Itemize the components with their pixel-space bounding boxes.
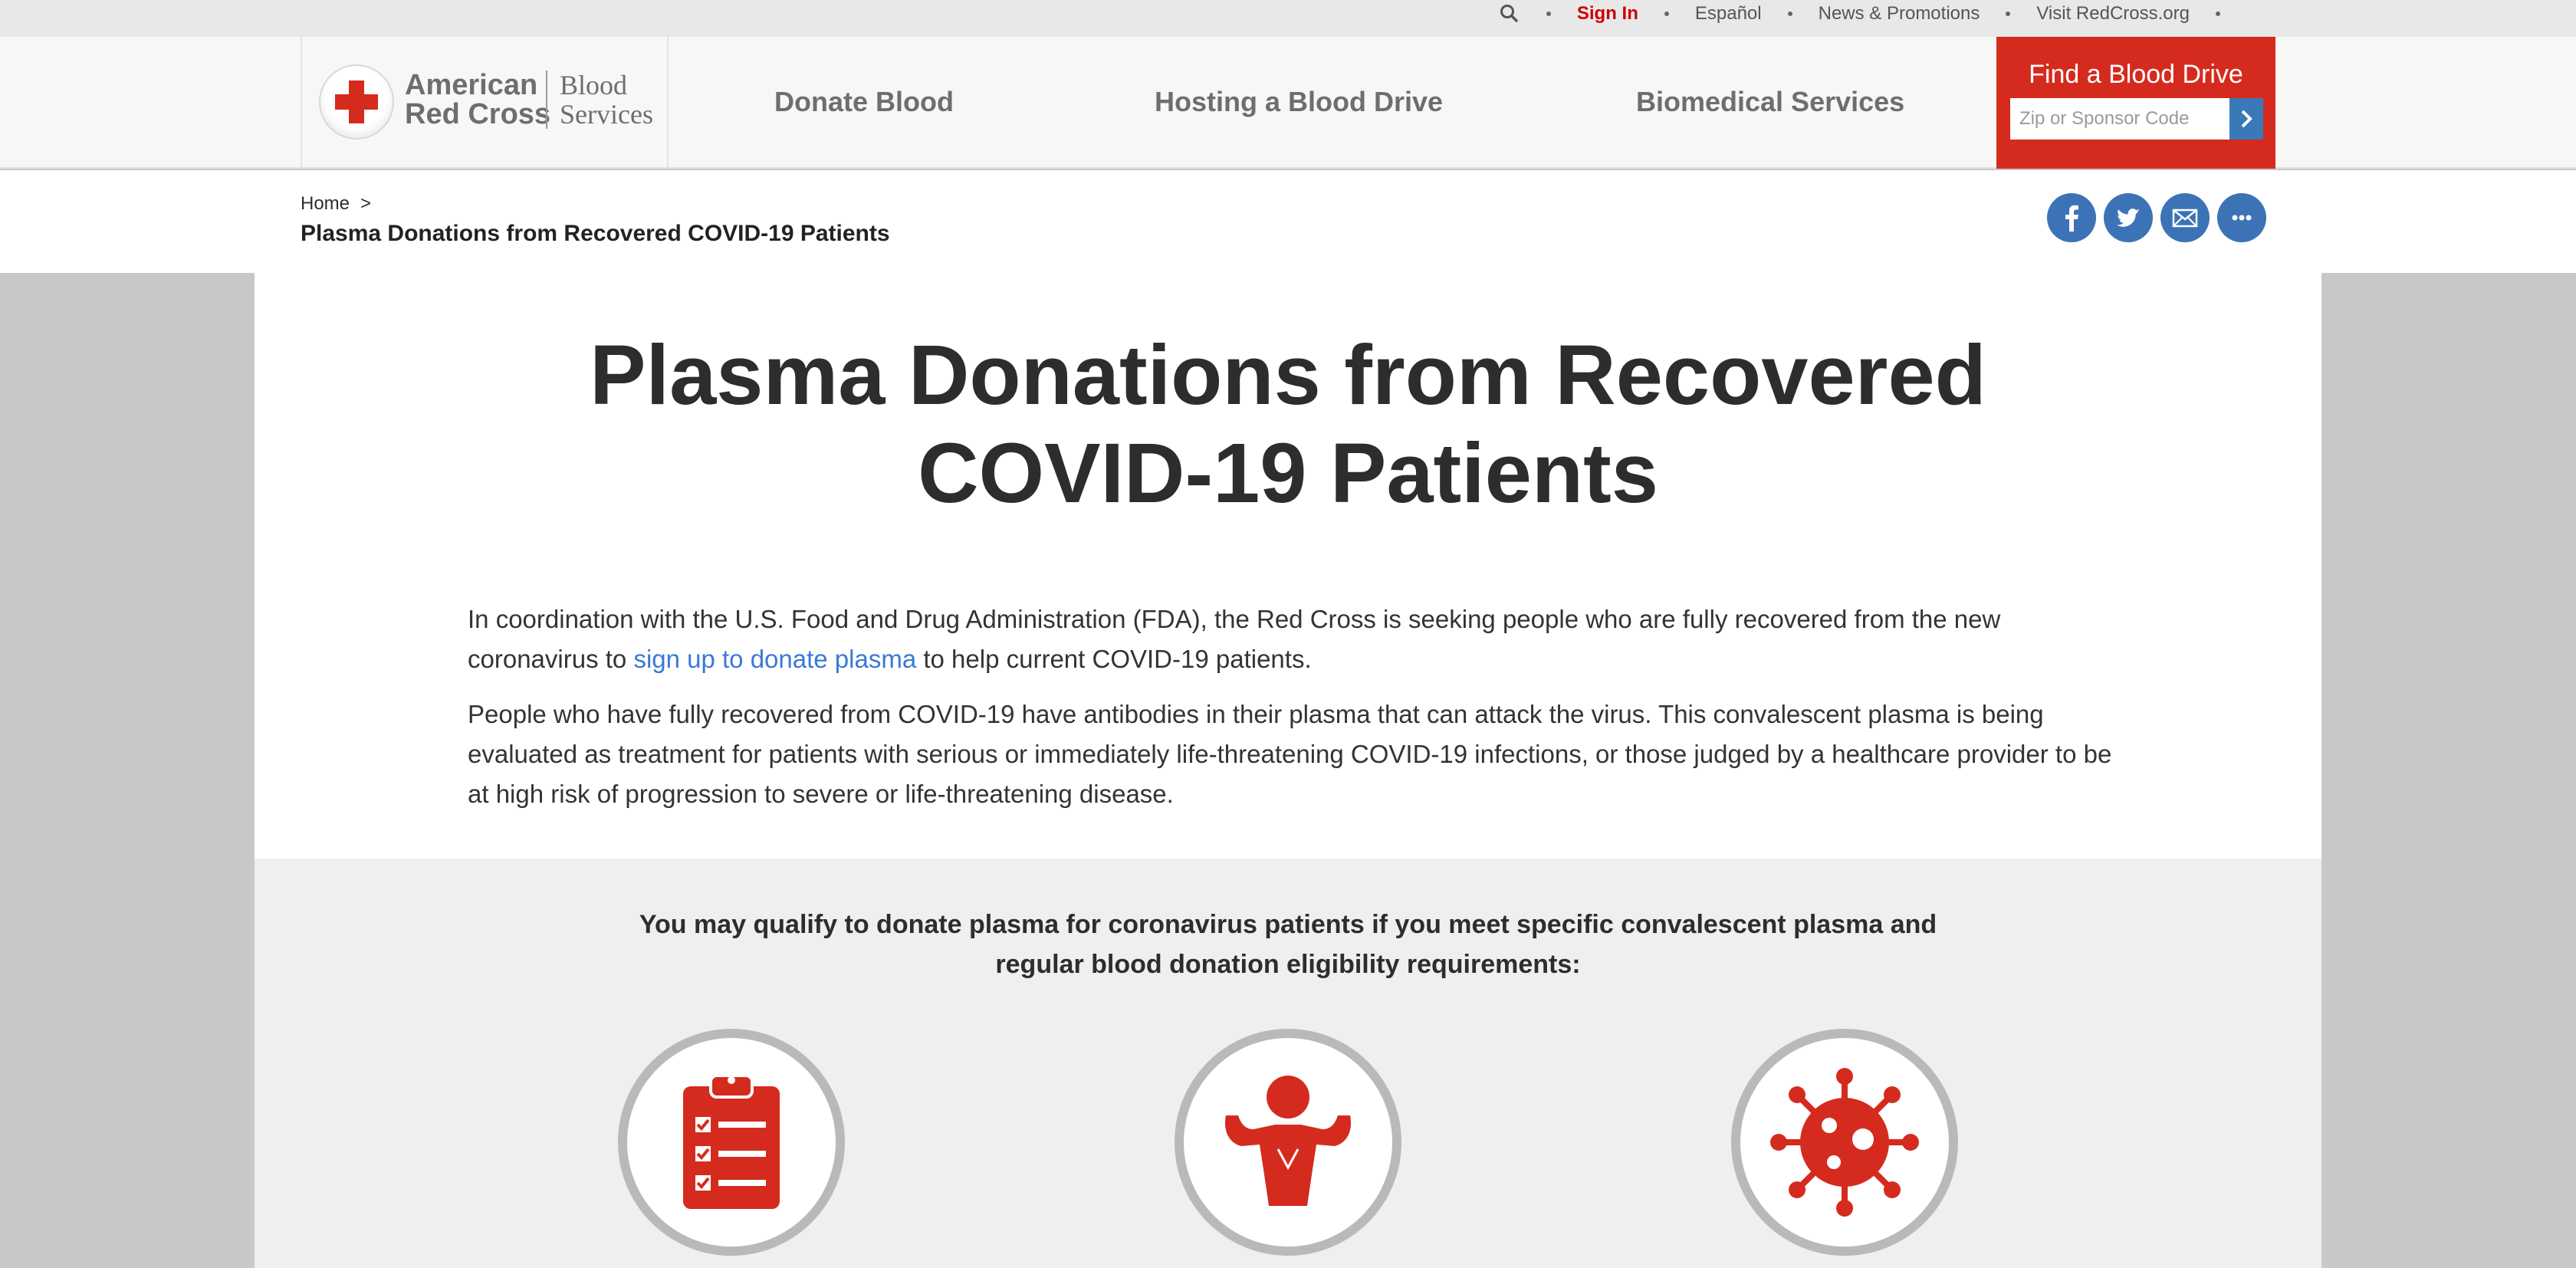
sign-up-donate-plasma-link[interactable]: sign up to donate plasma (633, 645, 916, 673)
email-share-button[interactable] (2160, 193, 2210, 242)
nav-hosting-blood-drive[interactable]: Hosting a Blood Drive (1155, 37, 1443, 167)
sign-in-link[interactable]: Sign In (1577, 3, 1638, 25)
red-cross-emblem-icon (320, 66, 393, 138)
logo-sub-name: Blood Services (560, 71, 653, 129)
more-icon (2232, 215, 2252, 221)
breadcrumb-home-link[interactable]: Home (301, 193, 350, 214)
separator-dot (1546, 11, 1551, 16)
find-blood-drive-panel: Find a Blood Drive (1996, 37, 2275, 169)
find-drive-submit-button[interactable] (2229, 98, 2263, 140)
nav-biomedical-services[interactable]: Biomedical Services (1636, 37, 1904, 167)
separator-dot (1664, 11, 1669, 16)
more-share-button[interactable] (2217, 193, 2266, 242)
breadcrumb-current: Plasma Donations from Recovered COVID-19… (301, 221, 890, 246)
breadcrumb-bar: Home > Plasma Donations from Recovered CO… (0, 170, 2576, 273)
logo-org-line2: Red Cross (405, 98, 551, 130)
logo-sub-line1: Blood (560, 70, 628, 100)
site-header: American Red Cross Blood Services Donate… (0, 37, 2576, 169)
logo-org-name: American Red Cross (405, 71, 550, 129)
separator-dot (1787, 11, 1792, 16)
eligibility-section: You may qualify to donate plasma for cor… (255, 859, 2321, 1268)
page-title-line2: COVID-19 Patients (918, 426, 1658, 521)
utility-links: Sign In Español News & Promotions Visit … (1499, 0, 2246, 28)
separator-dot (2006, 11, 2011, 16)
news-promotions-link[interactable]: News & Promotions (1819, 3, 1980, 25)
nav-donate-blood[interactable]: Donate Blood (774, 37, 954, 167)
utility-bar: Sign In Español News & Promotions Visit … (0, 0, 2576, 37)
visit-redcross-link[interactable]: Visit RedCross.org (2036, 3, 2190, 25)
facebook-share-button[interactable] (2047, 193, 2096, 242)
find-blood-drive-title: Find a Blood Drive (2029, 60, 2243, 89)
email-icon (2172, 209, 2198, 228)
page-title-line1: Plasma Donations from Recovered (590, 328, 1986, 422)
page-title: Plasma Donations from Recovered COVID-19… (255, 327, 2321, 523)
intro-paragraph-2: People who have fully recovered from COV… (468, 700, 2112, 808)
p1-text-after: to help current COVID-19 patients. (916, 645, 1312, 673)
logo-divider (546, 71, 547, 129)
facebook-icon (2065, 205, 2078, 232)
logo-org-line1: American (405, 69, 538, 101)
espanol-link[interactable]: Español (1695, 3, 1762, 25)
logo-sub-line2: Services (560, 99, 653, 130)
eligibility-heading: You may qualify to donate plasma for cor… (255, 905, 2321, 984)
intro-text: In coordination with the U.S. Food and D… (468, 600, 2124, 829)
twitter-share-button[interactable] (2104, 193, 2153, 242)
twitter-icon (2117, 209, 2140, 227)
zip-sponsor-input[interactable] (2010, 98, 2229, 140)
separator-dot (2216, 11, 2220, 16)
intro-paragraph-1: In coordination with the U.S. Food and D… (468, 600, 2124, 679)
strong-person-icon (1175, 1029, 1401, 1256)
breadcrumb: Home > (301, 193, 371, 215)
red-cross-logo[interactable]: American Red Cross Blood Services (301, 37, 669, 167)
chevron-right-icon (2241, 110, 2252, 128)
eligibility-heading-line2: regular blood donation eligibility requi… (995, 950, 1581, 979)
main-content: Plasma Donations from Recovered COVID-19… (255, 273, 2321, 1268)
search-icon[interactable] (1499, 3, 1520, 25)
breadcrumb-separator: > (360, 193, 372, 214)
clipboard-checklist-icon (618, 1029, 845, 1256)
virus-icon (1731, 1029, 1958, 1256)
eligibility-heading-line1: You may qualify to donate plasma for cor… (639, 910, 1937, 939)
